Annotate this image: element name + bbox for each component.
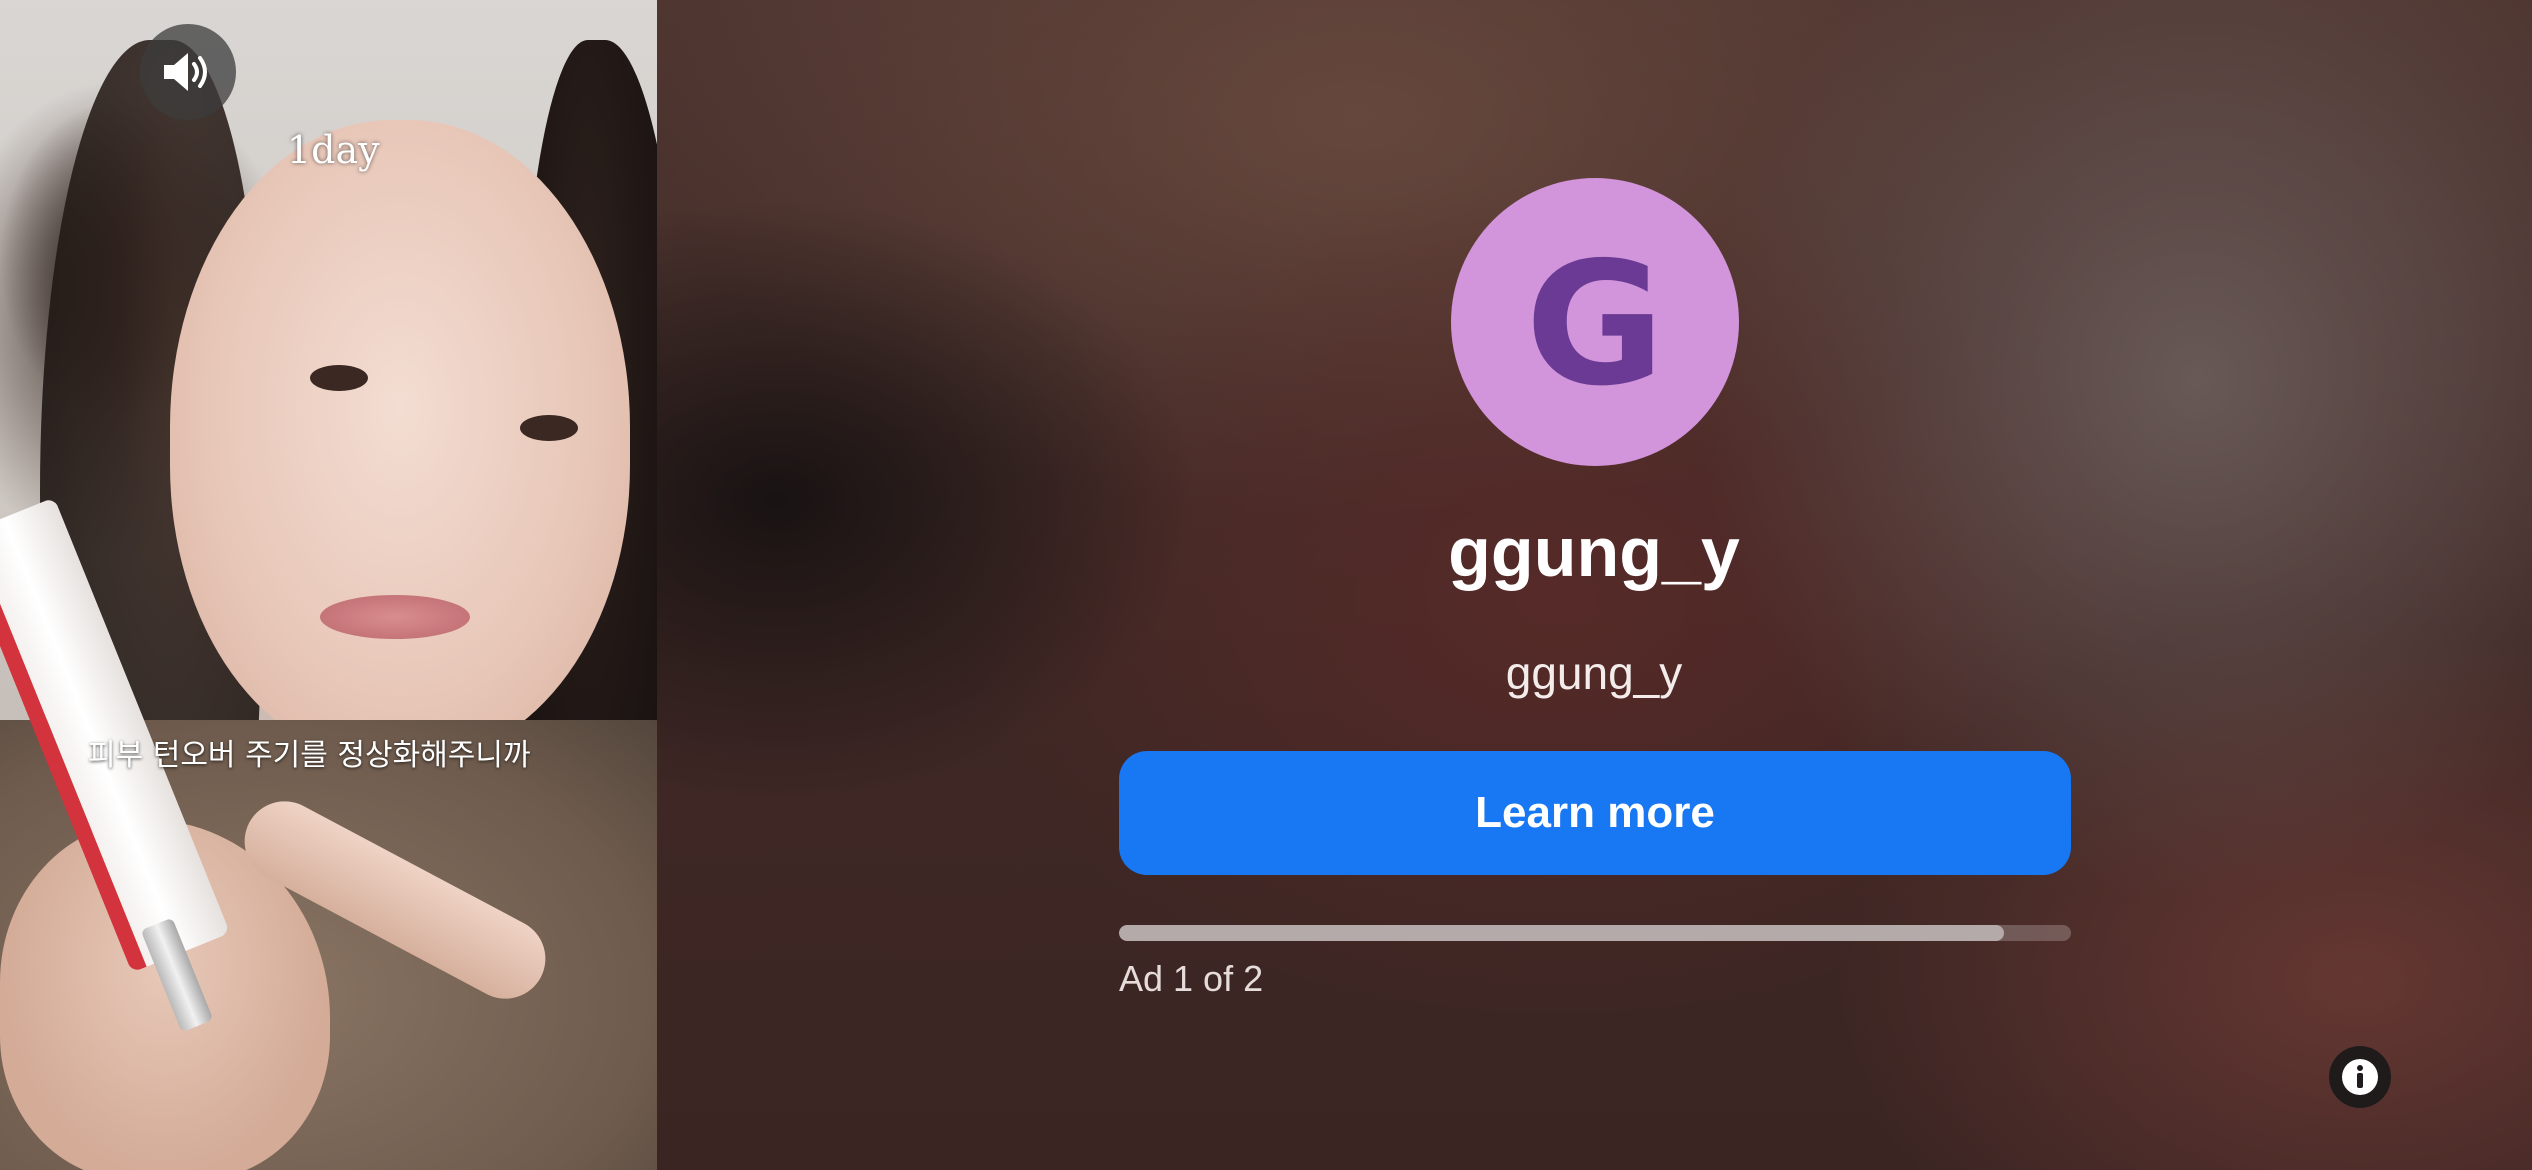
speaker-volume-icon [164, 53, 207, 91]
info-button[interactable] [2329, 1046, 2391, 1108]
video-background [170, 120, 630, 760]
advertiser-handle: ggung_y [1505, 647, 1683, 699]
video-overlay-day-label: 1day [287, 128, 380, 172]
sound-toggle-button[interactable] [140, 24, 236, 120]
video-background [310, 365, 368, 391]
video-subtitle: 피부 턴오버 주기를 정상화해주니까 [88, 738, 531, 773]
learn-more-button[interactable]: Learn more [1119, 751, 2071, 875]
advertiser-avatar[interactable]: G [1451, 178, 1739, 466]
info-icon [2342, 1059, 2378, 1095]
ad-progress-fill [1119, 925, 2005, 941]
avatar-letter: G [1525, 226, 1665, 424]
ad-progress-bar [1119, 925, 2071, 941]
advertiser-name[interactable]: ggung_y [1119, 512, 2069, 592]
learn-more-label: Learn more [1475, 788, 1715, 837]
video-background [520, 415, 578, 441]
video-background [320, 595, 470, 639]
ad-counter: Ad 1 of 2 [1119, 958, 1264, 999]
video-panel[interactable]: 1day 피부 턴오버 주기를 정상화해주니까 [0, 0, 657, 1170]
